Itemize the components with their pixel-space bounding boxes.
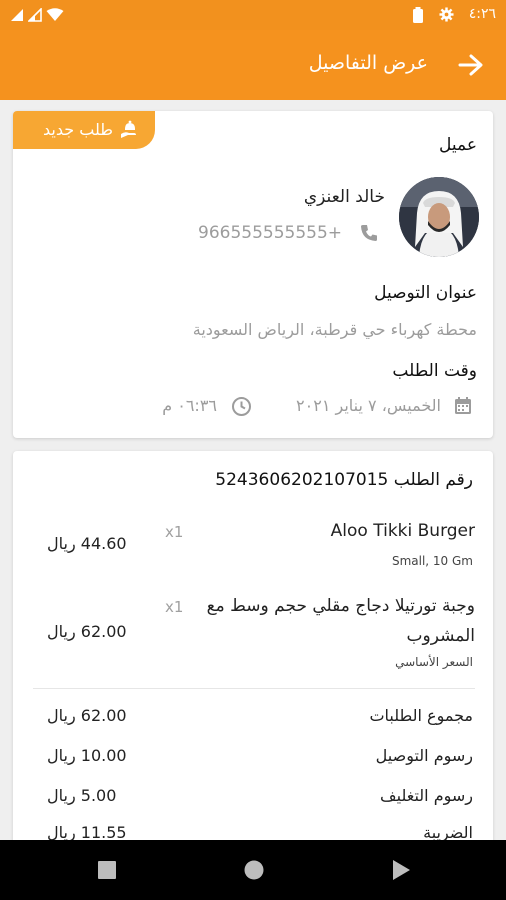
- customer-phone[interactable]: 966555555555+: [198, 223, 342, 243]
- item-price-row: 44.60 ريال: [47, 534, 127, 553]
- summary-value: 10.00: [80, 746, 127, 765]
- clock-time: ٤:٢٦: [468, 6, 496, 22]
- status-bar: ٤:٢٦: [0, 0, 506, 30]
- customer-card: طلب جديد عميل خالد العنزي 966555555555+ …: [13, 111, 493, 438]
- hand-bell-icon: [121, 120, 136, 138]
- badge-label: طلب جديد: [43, 120, 113, 139]
- settings-icon: [439, 7, 454, 22]
- item-currency: ريال: [47, 622, 76, 641]
- summary-subtotal-value: 62.00 ريال: [47, 706, 127, 725]
- order-number-label: رقم الطلب: [393, 470, 473, 490]
- wifi-icon: [46, 8, 64, 21]
- summary-value: 62.00: [80, 706, 127, 725]
- calendar-icon: [455, 397, 471, 414]
- divider: [33, 688, 475, 689]
- summary-subtotal-label: مجموع الطلبات: [369, 706, 473, 725]
- arrow-right-icon[interactable]: [458, 54, 484, 76]
- summary-currency: ريال: [47, 746, 76, 765]
- item-quantity: x1: [165, 598, 184, 616]
- signal-icon: [28, 8, 42, 22]
- avatar-photo: [399, 177, 479, 257]
- summary-currency: ريال: [47, 706, 76, 725]
- app-bar: عرض التفاصيل: [0, 30, 506, 100]
- new-order-badge: طلب جديد: [13, 111, 155, 149]
- summary-delivery-value: 10.00 ريال: [47, 746, 127, 765]
- item-note: Small, 10 Gm: [391, 554, 473, 568]
- item-name: Aloo Tikki Burger: [330, 521, 475, 541]
- item-price: 62.00: [80, 622, 127, 641]
- order-time: ٠٦:٣٦ م: [162, 396, 217, 415]
- order-number: 5243606202107015: [215, 470, 389, 490]
- order-number-row: رقم الطلب 5243606202107015: [215, 470, 473, 490]
- summary-currency: ريال: [47, 786, 76, 805]
- item-quantity: x1: [165, 523, 184, 541]
- item-price: 44.60: [80, 534, 127, 553]
- page-title: عرض التفاصيل: [308, 52, 428, 74]
- order-card: رقم الطلب 5243606202107015 Aloo Tikki Bu…: [13, 451, 493, 851]
- customer-section-title: عميل: [439, 135, 477, 155]
- item-note: السعر الأساسي: [395, 655, 473, 669]
- avatar: [399, 177, 479, 257]
- home-circle-icon[interactable]: [244, 860, 264, 880]
- summary-packaging-value: 5.00 ريال: [47, 786, 116, 805]
- order-date: الخميس، ٧ يناير ٢٠٢١: [296, 396, 441, 415]
- customer-name: خالد العنزي: [303, 187, 385, 207]
- summary-delivery-label: رسوم التوصيل: [375, 746, 473, 765]
- item-name: وجبة تورتيلا دجاج مقلي حجم وسط مع المشرو…: [206, 596, 475, 646]
- back-triangle-icon[interactable]: [392, 860, 410, 880]
- summary-packaging-label: رسوم التغليف: [380, 786, 473, 805]
- phone-icon[interactable]: [359, 223, 379, 243]
- recents-square-icon[interactable]: [98, 861, 116, 879]
- navigation-bar: [0, 840, 506, 900]
- clock-icon: [232, 397, 251, 416]
- signal-icon: [11, 9, 23, 21]
- item-price-row: 62.00 ريال: [47, 622, 127, 641]
- summary-value: 5.00: [80, 786, 117, 805]
- battery-icon: [413, 7, 423, 23]
- order-time-title: وقت الطلب: [392, 361, 477, 381]
- address-title: عنوان التوصيل: [374, 283, 477, 303]
- item-currency: ريال: [47, 534, 76, 553]
- delivery-address: محطة كهرباء حي قرطبة، الرياض السعودية: [192, 320, 477, 339]
